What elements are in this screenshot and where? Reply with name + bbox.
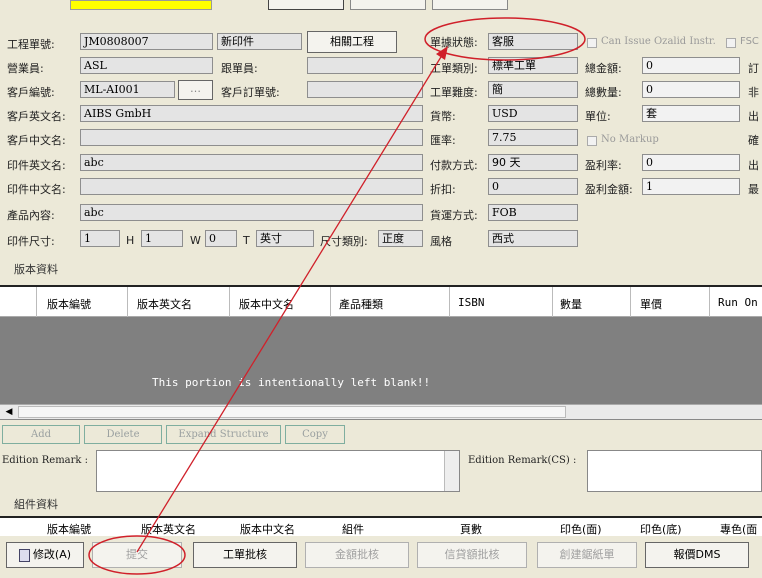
status-highlight-ellipse <box>424 17 586 61</box>
annotation-overlay <box>88 17 586 575</box>
annotation-arrow-line <box>136 51 445 553</box>
annotation-arrow-head <box>436 46 448 60</box>
submit-highlight-ellipse <box>88 535 186 575</box>
